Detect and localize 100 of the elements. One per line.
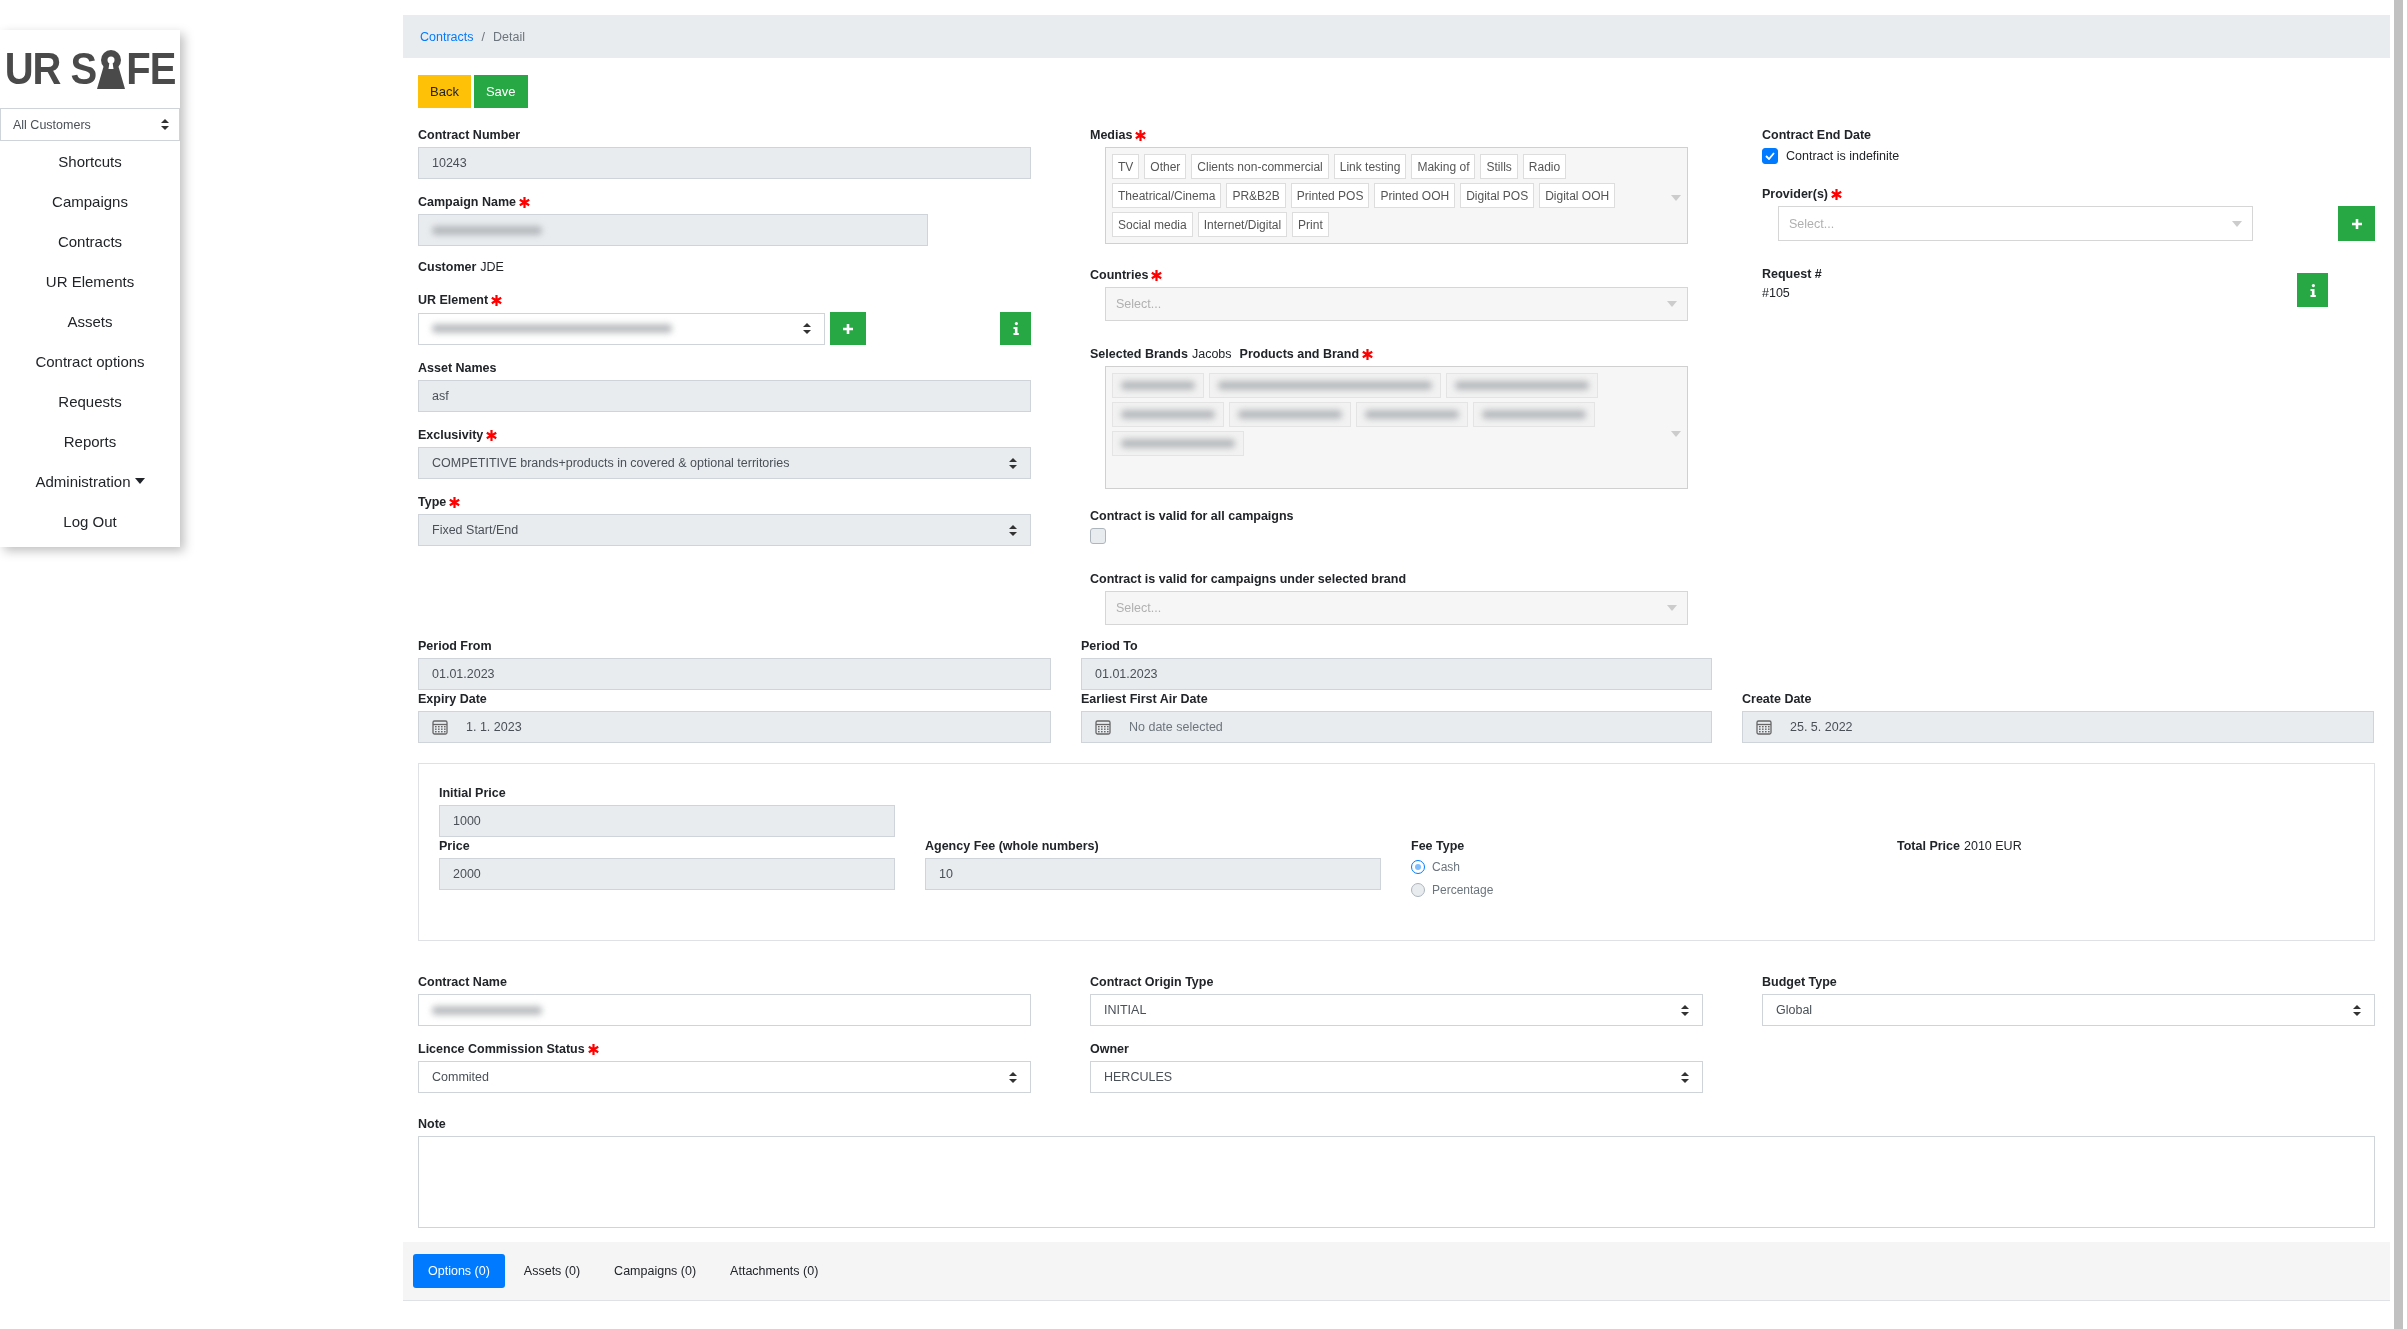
- field-label: Earliest First Air Date: [1081, 692, 1208, 706]
- field-label: Contract Origin Type: [1090, 975, 1214, 989]
- media-tag[interactable]: Stills: [1480, 154, 1518, 179]
- field-label: Contract Name: [418, 975, 507, 989]
- field-label: Contract is valid for campaigns under selected brand: [1090, 572, 1407, 586]
- tab[interactable]: Campaigns (0): [599, 1254, 712, 1288]
- field-label: Countries: [1090, 268, 1164, 282]
- tab[interactable]: Attachments (0): [715, 1254, 834, 1288]
- brand-value: Jacobs: [1191, 347, 1232, 361]
- input-field[interactable]: 01.01.2023: [1081, 658, 1712, 690]
- media-tag[interactable]: Making of: [1411, 154, 1476, 179]
- up-down-arrows-icon: [2353, 1004, 2361, 1016]
- caret-icon: [1667, 301, 1677, 307]
- field-label: Fee Type: [1411, 839, 1465, 853]
- logo-text: UR S: [4, 47, 97, 91]
- media-tag[interactable]: Social media: [1112, 212, 1193, 237]
- field-label: Asset Names: [418, 361, 497, 375]
- media-tag[interactable]: Internet/Digital: [1197, 212, 1288, 237]
- field-label: Request #: [1762, 267, 1822, 281]
- field-label: Expiry Date: [418, 692, 487, 706]
- products-multiselect[interactable]: [1105, 366, 1688, 489]
- media-tag[interactable]: Digital OOH: [1539, 183, 1616, 208]
- radio-option[interactable]: Cash: [1411, 855, 1867, 878]
- nav-link[interactable]: Assets: [0, 301, 180, 341]
- nav-link[interactable]: Contracts: [0, 221, 180, 261]
- nav-link[interactable]: Log Out: [0, 501, 180, 541]
- radio-option[interactable]: Percentage: [1411, 878, 1867, 901]
- plus-icon: [842, 322, 854, 335]
- nav-link[interactable]: Contract options: [0, 341, 180, 381]
- input-field[interactable]: 1000: [439, 805, 895, 837]
- input-field[interactable]: 2000: [439, 858, 895, 890]
- media-tag[interactable]: Theatrical/Cinema: [1112, 183, 1222, 208]
- media-multiselect[interactable]: TV Other Clients non-commercial Link testing Making of Stills Radio Theatrical/Cinema PR&B2B Printed POS Printed OOH Digital POS Digital OOH Social media Internet/Digital Print: [1105, 147, 1688, 244]
- field-label: Note: [418, 1117, 446, 1131]
- info-button[interactable]: [1000, 312, 1031, 345]
- media-tag[interactable]: Printed OOH: [1374, 183, 1456, 208]
- caret-icon: [134, 478, 145, 484]
- caret-icon: [1667, 605, 1677, 611]
- checkbox[interactable]: [1762, 148, 1778, 164]
- input-field[interactable]: 01.01.2023: [418, 658, 1051, 690]
- note-textarea[interactable]: [418, 1136, 2375, 1228]
- select-field[interactable]: INITIAL: [1090, 994, 1703, 1026]
- media-tag[interactable]: Digital POS: [1460, 183, 1535, 208]
- input-field[interactable]: 10: [925, 858, 1381, 890]
- keyhole-icon: [96, 49, 127, 89]
- field-label: Provider(s): [1762, 187, 1843, 201]
- add-button[interactable]: [2338, 206, 2375, 241]
- nav-link[interactable]: Reports: [0, 421, 180, 461]
- nav-link[interactable]: Administration: [0, 461, 180, 501]
- field-label: Price: [439, 839, 470, 853]
- checkbox[interactable]: [1090, 528, 1106, 544]
- media-tag[interactable]: PR&B2B: [1226, 183, 1286, 208]
- media-tag[interactable]: Clients non-commercial: [1191, 154, 1329, 179]
- select-field[interactable]: HERCULES: [1090, 1061, 1703, 1093]
- up-down-arrows-icon: [1009, 524, 1017, 536]
- date-field[interactable]: 1. 1. 2023: [418, 711, 1051, 743]
- request-value: #105: [1762, 286, 1791, 300]
- nav-link[interactable]: UR Elements: [0, 261, 180, 301]
- plus-icon: [2350, 217, 2363, 230]
- media-tag[interactable]: Other: [1144, 154, 1187, 179]
- info-icon: [2309, 283, 2316, 297]
- field-label: Selected Brands: [1090, 347, 1188, 361]
- media-tag[interactable]: Radio: [1522, 154, 1567, 179]
- radio-button[interactable]: [1411, 859, 1425, 874]
- up-down-arrows-icon: [1009, 1071, 1017, 1083]
- input-field[interactable]: [418, 994, 1031, 1026]
- media-tag[interactable]: Printed POS: [1290, 183, 1370, 208]
- select-field[interactable]: [418, 312, 825, 345]
- field-label: Period To: [1081, 639, 1138, 653]
- field-label: Contract is valid for all campaigns: [1090, 509, 1294, 523]
- info-button[interactable]: [2297, 273, 2328, 307]
- field-label: Campaign Name: [418, 195, 531, 209]
- field-label: Customer: [418, 260, 477, 274]
- logo-text: FE: [126, 47, 176, 91]
- field-label: Medias: [1090, 128, 1148, 142]
- add-button[interactable]: [830, 312, 866, 345]
- up-down-arrows-icon: [1009, 457, 1017, 469]
- media-tag[interactable]: Link testing: [1333, 154, 1407, 179]
- media-tag[interactable]: Print: [1292, 212, 1329, 237]
- up-down-arrows-icon: [1681, 1004, 1689, 1016]
- nav-link[interactable]: Shortcuts: [0, 141, 180, 181]
- date-field[interactable]: 25. 5. 2022: [1742, 711, 2374, 743]
- scrollbar[interactable]: [2394, 0, 2403, 1329]
- select-field[interactable]: Commited: [418, 1061, 1031, 1093]
- tab[interactable]: Assets (0): [508, 1254, 596, 1288]
- field-label: Licence Commission Status: [418, 1042, 600, 1056]
- caret-icon: [1671, 431, 1681, 437]
- customer-select[interactable]: All Customers: [0, 108, 180, 141]
- back-button[interactable]: Back: [418, 75, 471, 108]
- field-label: Total Price: [1897, 839, 1960, 853]
- media-tag[interactable]: TV: [1112, 154, 1140, 179]
- nav-link[interactable]: Requests: [0, 381, 180, 421]
- caret-icon: [2232, 220, 2242, 227]
- calendar-icon: [1756, 719, 1772, 735]
- date-field[interactable]: No date selected: [1081, 711, 1712, 743]
- select-field[interactable]: Global: [1762, 994, 2375, 1026]
- breadcrumb-current: Detail: [493, 29, 525, 44]
- tab[interactable]: Options (0): [413, 1254, 505, 1288]
- radio-button[interactable]: [1411, 882, 1425, 897]
- nav-link[interactable]: Campaigns: [0, 181, 180, 221]
